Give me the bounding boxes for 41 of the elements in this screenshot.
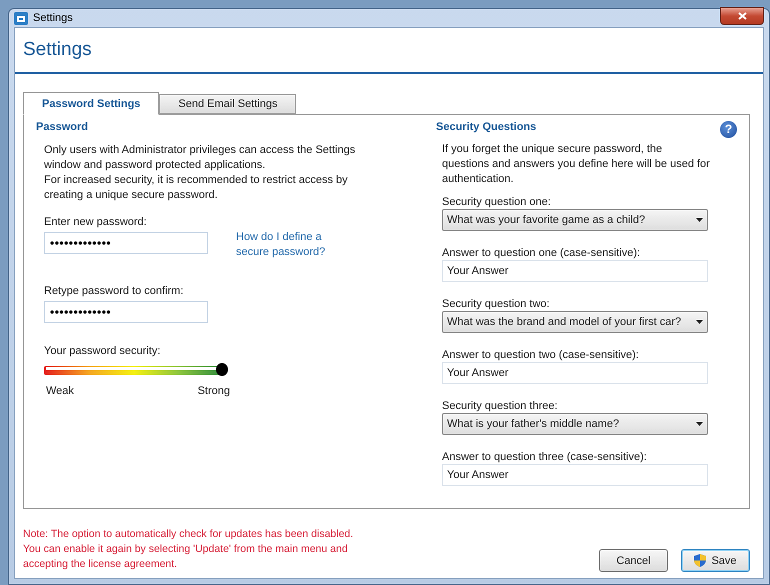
dialog-button[interactable]: Cancel (599, 549, 668, 572)
field-label: Answer to question one (case-sensitive): (442, 246, 642, 260)
help-button[interactable]: ? (720, 121, 737, 138)
section-heading: Security Questions (436, 121, 536, 133)
close-button[interactable] (720, 7, 764, 25)
caret-icon (696, 218, 703, 222)
description-text: Only users with Administrator privileges can access the Settings window and password protected applications. (44, 143, 356, 173)
tab[interactable]: Password Settings (23, 92, 160, 115)
close-icon (738, 12, 746, 20)
field-label: Security question two: (442, 297, 551, 311)
field-label: Your password security: (44, 344, 162, 358)
strength-thumb (216, 363, 228, 376)
page-heading: Settings (23, 39, 92, 61)
field-label: Security question three: (442, 399, 559, 413)
scale-label: Strong (198, 385, 230, 397)
tab[interactable]: Send Email Settings (159, 94, 296, 114)
password-field[interactable]: ••••••••••••• (44, 301, 208, 323)
description-text: For increased security, it is recommended to restrict access by creating a unique secure password. (44, 173, 349, 203)
question-dropdown[interactable]: What is your father's middle name? (442, 413, 708, 435)
field-label: Retype password to confirm: (44, 284, 184, 298)
update-note: Note: The option to automatically check for updates has been disabled. You can enable it again by selecting 'Update' from the main menu and accepting the license agreement. (23, 527, 354, 572)
field-label: Answer to question two (case-sensitive): (442, 348, 640, 362)
caret-icon (696, 422, 703, 426)
caret-icon (696, 320, 703, 324)
answer-field[interactable]: Your Answer (442, 260, 708, 282)
field-label: Enter new password: (44, 215, 148, 229)
description-text: If you forget the unique secure password, the questions and answers you define here will be used for authentication. (442, 142, 711, 187)
app-icon (14, 12, 28, 24)
field-label: Security question one: (442, 195, 552, 209)
window-title: Settings (33, 12, 74, 24)
help-link[interactable]: How do I define a secure password? (236, 230, 336, 260)
answer-field[interactable]: Your Answer (442, 464, 708, 486)
dialog-button[interactable]: Save (681, 549, 750, 572)
password-field[interactable]: ••••••••••••• (44, 232, 208, 254)
question-dropdown[interactable]: What was the brand and model of your first car? (442, 311, 708, 333)
field-label: Answer to question three (case-sensitive): (442, 450, 648, 464)
answer-field[interactable]: Your Answer (442, 362, 708, 384)
section-heading: Password (36, 121, 88, 133)
scale-label: Weak (46, 385, 74, 397)
shield-icon (694, 554, 706, 567)
question-dropdown[interactable]: What was your favorite game as a child? (442, 209, 708, 231)
